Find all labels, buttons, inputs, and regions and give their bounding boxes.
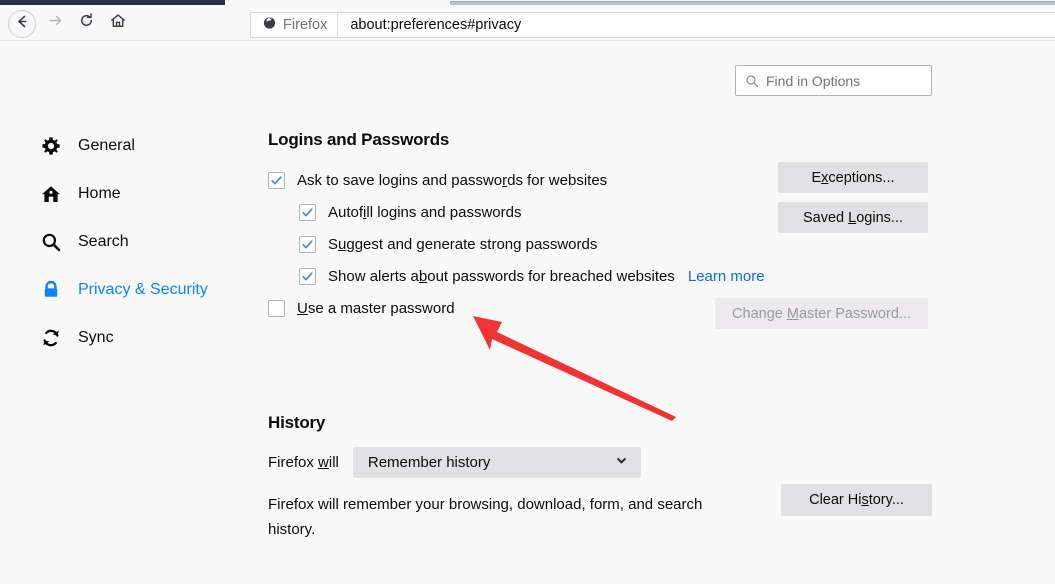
- option-label: Autofill logins and passwords: [328, 203, 522, 221]
- gear-icon: [40, 135, 62, 157]
- url-text[interactable]: about:preferences#privacy: [338, 17, 521, 33]
- check-icon: [302, 271, 313, 280]
- forward-button[interactable]: [42, 10, 68, 36]
- checkbox-breach-alerts[interactable]: [299, 267, 316, 285]
- checkbox-autofill[interactable]: [299, 203, 316, 221]
- history-mode-value: Remember history: [367, 454, 491, 471]
- home-icon: [109, 12, 127, 35]
- sidebar-item-home[interactable]: Home: [40, 170, 240, 218]
- sidebar-item-privacy-security[interactable]: Privacy & Security: [40, 266, 240, 314]
- sync-icon: [40, 327, 62, 349]
- option-label: Suggest and generate strong passwords: [328, 235, 598, 253]
- section-title-logins: Logins and Passwords: [268, 130, 450, 149]
- option-label: Ask to save logins and passwords for web…: [297, 171, 608, 189]
- browser-toolbar: Firefox about:preferences#privacy: [0, 5, 1055, 41]
- sidebar-item-label: Privacy & Security: [78, 281, 208, 298]
- reload-button[interactable]: [73, 10, 99, 36]
- sidebar-item-general[interactable]: General: [40, 122, 240, 170]
- find-in-options-input[interactable]: Find in Options: [735, 65, 932, 96]
- checkbox-master-password[interactable]: [268, 299, 285, 317]
- option-label: Use a master password: [297, 299, 455, 317]
- sidebar-item-label: General: [78, 137, 135, 154]
- reload-icon: [78, 12, 95, 34]
- sidebar-item-label: Search: [78, 233, 129, 250]
- history-prefix-label: Firefox will: [268, 454, 339, 471]
- history-mode-row: Firefox will Remember history: [268, 447, 968, 478]
- history-mode-select[interactable]: Remember history: [352, 447, 641, 478]
- exceptions-button[interactable]: Exceptions...: [778, 162, 928, 193]
- saved-logins-button[interactable]: Saved Logins...: [778, 202, 928, 233]
- firefox-logo-icon: [262, 15, 277, 35]
- check-icon: [302, 239, 313, 248]
- preferences-sidebar: General Home Search Privacy & Security S…: [40, 122, 240, 362]
- check-icon: [302, 207, 313, 216]
- url-bar[interactable]: Firefox about:preferences#privacy: [250, 12, 1055, 38]
- url-brand-chip: Firefox: [251, 13, 339, 37]
- checkbox-suggest-strong[interactable]: [299, 235, 316, 253]
- checkbox-ask-to-save[interactable]: [268, 171, 285, 189]
- search-icon: [745, 74, 759, 88]
- find-in-options-placeholder: Find in Options: [766, 72, 861, 89]
- arrow-left-icon: [14, 13, 31, 35]
- sidebar-item-label: Sync: [78, 329, 114, 346]
- search-icon: [40, 231, 62, 253]
- clear-history-button[interactable]: Clear History...: [781, 484, 932, 516]
- lock-icon: [40, 279, 62, 301]
- arrow-right-icon: [47, 12, 64, 34]
- history-section: History Firefox will Remember history Fi…: [268, 413, 968, 543]
- home-icon: [40, 183, 62, 205]
- history-description: Firefox will remember your browsing, dow…: [268, 496, 703, 538]
- sidebar-item-label: Home: [78, 185, 121, 202]
- option-row-breach-alerts[interactable]: Show alerts about passwords for breached…: [268, 260, 1028, 292]
- home-button[interactable]: [105, 10, 131, 36]
- learn-more-link[interactable]: Learn more: [688, 268, 765, 285]
- url-brand-label: Firefox: [283, 17, 328, 33]
- option-label: Show alerts about passwords for breached…: [328, 267, 675, 285]
- change-master-password-button: Change Master Password...: [715, 298, 928, 329]
- check-icon: [271, 175, 282, 184]
- chevron-down-icon: [615, 454, 628, 472]
- back-button[interactable]: [8, 10, 36, 38]
- sidebar-item-sync[interactable]: Sync: [40, 314, 240, 362]
- sidebar-item-search[interactable]: Search: [40, 218, 240, 266]
- section-title-history: History: [268, 413, 326, 432]
